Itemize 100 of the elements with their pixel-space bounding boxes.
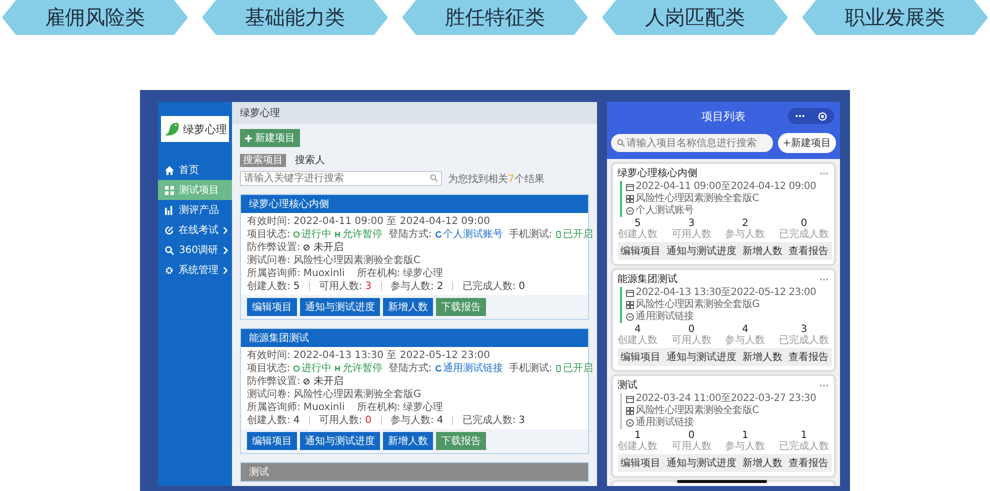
card-action-button[interactable]: 通知与测试进度: [664, 454, 740, 472]
status-value: 进行中: [293, 362, 332, 375]
card-action-button[interactable]: 通知与测试进度: [664, 348, 740, 366]
card-title: 能源集团测试: [249, 332, 309, 345]
calendar-icon: [626, 395, 634, 403]
field-value: 风险性心理因素测验全套版G: [293, 388, 422, 401]
nav-item[interactable]: 360调研: [158, 240, 232, 260]
stat-label: 创建人数:: [247, 280, 290, 293]
field-label: 所属咨询师:: [247, 267, 300, 280]
nav-item[interactable]: 测评产品: [158, 200, 232, 220]
field-value: 绿萝心理: [403, 267, 444, 280]
edit-icon: [165, 226, 174, 234]
status-value: 进行中: [293, 228, 332, 241]
more-icon[interactable]: [819, 278, 829, 281]
category-tab[interactable]: 基础能力类: [202, 0, 388, 35]
stat-value: 0: [365, 414, 372, 427]
info-text: 风险性心理因素测验全套版G: [636, 299, 760, 310]
stat-label: 已完成人数: [778, 229, 829, 240]
stat-value: 1: [634, 430, 641, 441]
stat-label: 参与人数: [725, 335, 766, 346]
card-action-button[interactable]: 编辑项目: [618, 242, 664, 260]
header-title: 绿萝心理: [240, 106, 280, 120]
card-action-button[interactable]: 新增人数: [740, 242, 786, 260]
card-action-button[interactable]: 查看报告: [786, 348, 832, 366]
more-icon: [794, 114, 805, 118]
new-project-button[interactable]: 新建项目: [240, 129, 300, 147]
card-action-button[interactable]: 查看报告: [786, 454, 832, 472]
more-icon[interactable]: [819, 384, 829, 387]
status-value: 通用测试链接: [434, 362, 503, 375]
category-tab[interactable]: 雇佣风险类: [2, 0, 188, 35]
card-action-button[interactable]: 通知与测试进度: [300, 298, 380, 316]
more-icon[interactable]: [819, 172, 829, 175]
phone-icon: [555, 231, 562, 238]
field-value: Muoxinli: [303, 401, 345, 414]
stat-label: 创建人数:: [247, 414, 290, 427]
nav-item[interactable]: 系统管理: [158, 260, 232, 280]
forbidden-icon: [303, 378, 310, 385]
category-tab[interactable]: 胜任特征类: [402, 0, 588, 35]
form-icon: [626, 407, 634, 415]
nav-item[interactable]: 在线考试: [158, 220, 232, 240]
capsule-menu[interactable]: [788, 108, 834, 124]
search-icon: [165, 246, 174, 254]
field-label: 登陆方式:: [388, 228, 432, 241]
field-label: 登陆方式:: [388, 362, 432, 375]
info-text: 通用测试链接: [636, 417, 694, 429]
card-action-button[interactable]: 查看报告: [786, 242, 832, 260]
stat-value: 1: [742, 430, 748, 441]
target-icon: [818, 112, 828, 120]
stat-value: 4: [742, 324, 748, 335]
card-title: 绿萝心理核心内侧: [618, 167, 698, 180]
search-field[interactable]: 请输入关键字进行搜索: [240, 171, 442, 186]
card-action-button[interactable]: 编辑项目: [247, 298, 297, 316]
field-value: Muoxinli: [303, 267, 345, 280]
info-text: 风险性心理因素测验全套版C: [636, 193, 759, 204]
chevron-right-icon: [223, 246, 228, 254]
stat-label: 可用人数:: [318, 414, 362, 427]
form-icon: [626, 195, 634, 203]
search-tab[interactable]: 搜索人: [292, 154, 328, 167]
card-action-button[interactable]: 下载报告: [436, 298, 486, 316]
card-action-button[interactable]: 编辑项目: [618, 348, 664, 366]
card-action-button[interactable]: 编辑项目: [618, 454, 664, 472]
phone-icon: [555, 365, 562, 372]
card-title: 绿萝心理核心内侧: [249, 198, 329, 211]
field-label: 所属咨询师:: [247, 401, 300, 414]
card-title: 能源集团测试: [618, 273, 678, 286]
category-tab[interactable]: 人岗匹配类: [602, 0, 788, 35]
info-text: 通用测试链接: [636, 311, 694, 323]
grid-icon: [165, 186, 174, 194]
stat-label: 参与人数:: [390, 280, 434, 293]
card-action-button[interactable]: 新增人数: [740, 454, 786, 472]
stat-label: 创建人数: [618, 229, 658, 240]
card-action-button[interactable]: 新增人数: [740, 348, 786, 366]
card-action-button[interactable]: 新增人数: [383, 298, 433, 316]
stat-value: 3: [688, 218, 695, 229]
info-text: 2022-03-24 11:00至2022-03-27 23:30: [636, 393, 816, 404]
stat-value: 4: [293, 414, 300, 427]
card-action-button[interactable]: 编辑项目: [247, 432, 297, 450]
field-label: 项目状态:: [247, 228, 290, 241]
category-tab[interactable]: 职业发展类: [802, 0, 988, 35]
field-label: 项目状态:: [247, 362, 290, 375]
card-action-button[interactable]: 通知与测试进度: [300, 432, 380, 450]
stat-value: 0: [688, 324, 695, 335]
chart-icon: [165, 206, 174, 214]
nav-item[interactable]: 首页: [158, 160, 232, 180]
stat-value: 5: [293, 280, 300, 293]
stat-value: 3: [518, 414, 525, 427]
card-action-button[interactable]: 通知与测试进度: [664, 242, 740, 260]
card-title: 测试: [618, 379, 638, 392]
home-icon: [165, 166, 174, 174]
field-value: 未开启: [313, 375, 344, 388]
field-value: 风险性心理因素测验全套版C: [293, 254, 420, 267]
card-action-button[interactable]: 新增人数: [383, 432, 433, 450]
new-project-button[interactable]: +新建项目: [778, 133, 836, 153]
stat-label: 已完成人数: [778, 441, 829, 452]
card-action-button[interactable]: 下载报告: [436, 432, 486, 450]
stat-label: 参与人数: [725, 229, 766, 240]
refresh-icon: [434, 231, 442, 238]
gear-icon: [165, 266, 174, 274]
stat-value: 5: [634, 218, 641, 229]
search-field[interactable]: 请输入项目名称信息进行搜索: [610, 134, 773, 152]
